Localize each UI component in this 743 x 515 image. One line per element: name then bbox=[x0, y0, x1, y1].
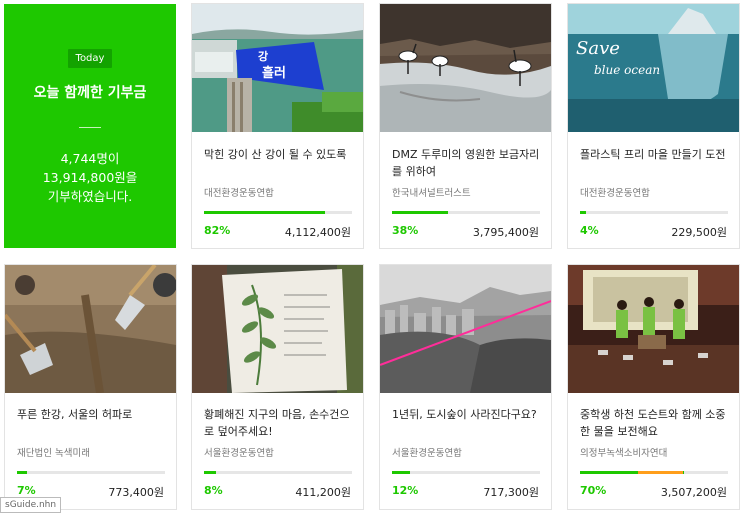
campaign-title[interactable]: 막힌 강이 산 강이 될 수 있도록 bbox=[204, 146, 352, 163]
progress-fill bbox=[392, 211, 449, 214]
progress-percent: 38% bbox=[392, 224, 419, 237]
summary-divider bbox=[79, 127, 101, 128]
campaign-card-handkerchief[interactable]: 황폐해진 지구의 마음, 손수건으로 덮어주세요! 서울환경운동연합 8% 41… bbox=[191, 264, 364, 510]
progress-percent: 4% bbox=[580, 224, 599, 237]
progress-fill bbox=[204, 211, 326, 214]
progress-percent: 8% bbox=[204, 484, 223, 497]
banner-text-flow: 흘러 bbox=[262, 65, 286, 81]
campaign-organization: 재단법인 녹색미래 bbox=[17, 448, 90, 459]
summary-title: 오늘 함께한 기부금 bbox=[33, 85, 147, 101]
raised-amount: 3,795,400원 bbox=[472, 226, 539, 239]
campaign-image-shovels[interactable] bbox=[5, 265, 176, 393]
raised-amount: 3,507,200원 bbox=[660, 486, 727, 499]
today-badge: Today bbox=[67, 49, 113, 68]
progress-fill bbox=[204, 471, 216, 474]
progress-bar bbox=[204, 211, 352, 214]
progress-fill bbox=[580, 211, 586, 214]
campaign-card-plastic-free[interactable]: Save blue ocean 플라스틱 프리 마을 만들기 도전 대전환경운동… bbox=[567, 3, 740, 249]
campaign-title[interactable]: 1년뒤, 도시숲이 사라진다구요? bbox=[392, 406, 540, 423]
progress-bar bbox=[580, 211, 728, 214]
progress-bar bbox=[580, 471, 728, 474]
progress-percent: 70% bbox=[580, 484, 607, 497]
campaign-organization: 의정부녹색소비자연대 bbox=[580, 448, 668, 459]
campaign-title[interactable]: 푸른 한강, 서울의 허파로 bbox=[17, 406, 165, 423]
campaign-title[interactable]: 플라스틱 프리 마을 만들기 도전 bbox=[580, 146, 728, 163]
today-donation-summary: Today 오늘 함께한 기부금 4,744명이 13,914,800원을 기부… bbox=[4, 4, 176, 248]
campaign-title[interactable]: DMZ 두루미의 영원한 보금자리를 위하여 bbox=[392, 146, 540, 180]
campaign-card-stream-docent[interactable]: 중학생 하천 도슨트와 함께 소중한 물을 보전해요 의정부녹색소비자연대 70… bbox=[567, 264, 740, 510]
campaign-card-river[interactable]: 강 흘러 막힌 강이 산 강이 될 수 있도록 대전환경운동연합 82% 4,1… bbox=[191, 3, 364, 249]
campaign-image-stage[interactable] bbox=[568, 265, 739, 393]
campaign-organization: 서울환경운동연합 bbox=[392, 448, 462, 459]
raised-amount: 773,400원 bbox=[108, 486, 164, 499]
campaign-image-city[interactable] bbox=[380, 265, 551, 393]
donation-total: 13,914,800원을 bbox=[42, 170, 138, 185]
progress-bar bbox=[17, 471, 165, 474]
image-text-blue-ocean: blue ocean bbox=[594, 63, 660, 77]
raised-amount: 717,300원 bbox=[483, 486, 539, 499]
campaign-organization: 한국내셔널트러스트 bbox=[392, 188, 471, 199]
progress-percent: 7% bbox=[17, 484, 36, 497]
progress-fill bbox=[17, 471, 28, 474]
progress-percent: 82% bbox=[204, 224, 231, 237]
campaign-organization: 대전환경운동연합 bbox=[204, 188, 274, 199]
summary-suffix: 기부하였습니다. bbox=[47, 189, 133, 204]
campaign-card-city-forest[interactable]: 1년뒤, 도시숲이 사라진다구요? 서울환경운동연합 12% 717,300원 bbox=[379, 264, 552, 510]
raised-amount: 4,112,400원 bbox=[284, 226, 351, 239]
progress-bar bbox=[204, 471, 352, 474]
campaign-card-han-river[interactable]: 푸른 한강, 서울의 허파로 재단법인 녹색미래 7% 773,400원 bbox=[4, 264, 177, 510]
donor-count: 4,744명이 bbox=[60, 151, 120, 166]
progress-bar bbox=[392, 211, 540, 214]
campaign-organization: 서울환경운동연합 bbox=[204, 448, 274, 459]
campaign-title[interactable]: 중학생 하천 도슨트와 함께 소중한 물을 보전해요 bbox=[580, 406, 728, 440]
campaign-image-river[interactable]: 강 흘러 bbox=[192, 4, 363, 132]
progress-fill-secondary bbox=[638, 471, 683, 474]
campaign-card-dmz-cranes[interactable]: DMZ 두루미의 영원한 보금자리를 위하여 한국내셔널트러스트 38% 3,7… bbox=[379, 3, 552, 249]
image-text-save: Save bbox=[576, 38, 620, 59]
raised-amount: 229,500원 bbox=[671, 226, 727, 239]
status-tooltip: sGuide.nhn bbox=[0, 497, 62, 513]
campaign-image-handkerchief[interactable] bbox=[192, 265, 363, 393]
campaign-title[interactable]: 황폐해진 지구의 마음, 손수건으로 덮어주세요! bbox=[204, 406, 352, 440]
campaign-organization: 대전환경운동연합 bbox=[580, 188, 650, 199]
progress-bar bbox=[392, 471, 540, 474]
campaign-image-ocean[interactable]: Save blue ocean bbox=[568, 4, 739, 132]
campaign-image-cranes[interactable] bbox=[380, 4, 551, 132]
raised-amount: 411,200원 bbox=[295, 486, 351, 499]
progress-fill bbox=[392, 471, 410, 474]
banner-text-river: 강 bbox=[258, 49, 268, 63]
progress-percent: 12% bbox=[392, 484, 419, 497]
